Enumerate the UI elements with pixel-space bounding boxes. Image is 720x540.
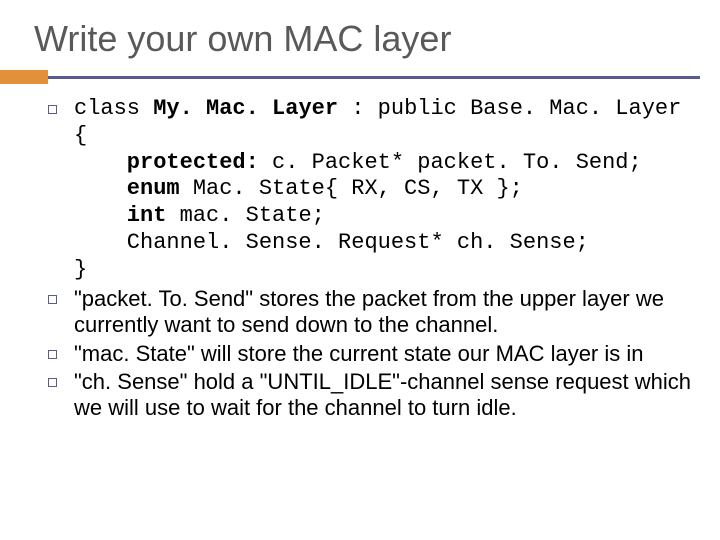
code-brace-close: } <box>74 257 87 282</box>
bullet-item-code: class My. Mac. Layer : public Base. Mac.… <box>40 96 700 284</box>
bullet-text: "mac. State" will store the current stat… <box>74 341 700 367</box>
bullet-text: "ch. Sense" hold a "UNTIL_IDLE"-channel … <box>74 369 700 422</box>
rule-accent <box>0 70 48 84</box>
bullet-item: "ch. Sense" hold a "UNTIL_IDLE"-channel … <box>40 369 700 422</box>
title-rule <box>0 70 720 86</box>
bullet-item: "packet. To. Send" stores the packet fro… <box>40 286 700 339</box>
code-member-sense: Channel. Sense. Request* ch. Sense; <box>74 230 589 255</box>
code-classname: My. Mac. Layer <box>153 96 338 121</box>
code-protected: protected: <box>74 150 259 175</box>
code-brace-open: { <box>74 123 87 148</box>
code-block: class My. Mac. Layer : public Base. Mac.… <box>74 96 700 284</box>
slide-title: Write your own MAC layer <box>0 0 720 64</box>
code-member-packet: c. Packet* packet. To. Send; <box>259 150 642 175</box>
slide: Write your own MAC layer class My. Mac. … <box>0 0 720 540</box>
bullet-item: "mac. State" will store the current stat… <box>40 341 700 367</box>
code-member-state-enum: Mac. State{ RX, CS, TX }; <box>180 176 523 201</box>
bullet-text: "packet. To. Send" stores the packet fro… <box>74 286 700 339</box>
code-keyword: class <box>74 96 153 121</box>
rule-long <box>34 76 700 79</box>
bullet-list: class My. Mac. Layer : public Base. Mac.… <box>40 96 700 422</box>
code-int: int <box>74 203 166 228</box>
code-member-macstate: mac. State; <box>166 203 324 228</box>
code-inherit: : public Base. Mac. Layer <box>338 96 681 121</box>
content-area: class My. Mac. Layer : public Base. Mac.… <box>0 86 720 422</box>
code-enum: enum <box>74 176 180 201</box>
